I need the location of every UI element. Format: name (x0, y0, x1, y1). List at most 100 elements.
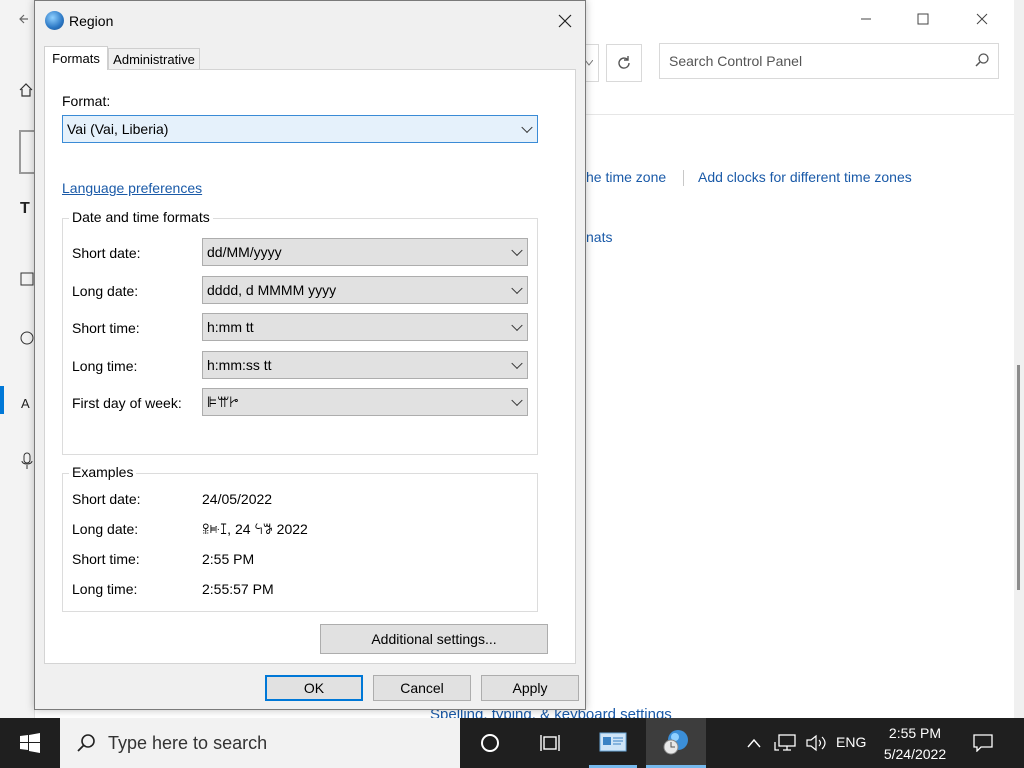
format-dropdown[interactable]: Vai (Vai, Liberia) (62, 115, 538, 143)
cortana-icon (481, 734, 499, 752)
add-clocks-link[interactable]: Add clocks for different time zones (698, 169, 912, 185)
scrollbar-thumb[interactable] (1017, 365, 1020, 590)
example-short-date-label: Short date: (72, 491, 141, 507)
heading-fragment: T (20, 200, 30, 217)
example-long-date-label: Long date: (72, 521, 139, 537)
network-icon (774, 734, 796, 751)
examples-group: Examples Short date: 24/05/2022 Long dat… (62, 464, 538, 612)
format-value: Vai (Vai, Liberia) (67, 121, 169, 137)
windows-logo-icon (20, 733, 40, 753)
clock-date: 5/24/2022 (883, 746, 947, 762)
maximize-button[interactable] (900, 4, 946, 34)
maximize-icon (917, 13, 929, 25)
formats-panel: Format: Vai (Vai, Liberia) Language pref… (44, 69, 576, 664)
search-icon (77, 734, 95, 752)
short-date-label: Short date: (72, 245, 141, 261)
short-date-dropdown[interactable]: dd/MM/yyyy (202, 238, 528, 266)
vertical-scrollbar[interactable] (1014, 0, 1024, 718)
first-day-value: ꕞꕌꔵ (207, 393, 239, 410)
close-icon (976, 13, 988, 25)
input-language-indicator[interactable]: ENG (836, 734, 866, 750)
minimize-button[interactable] (843, 4, 889, 34)
long-date-value: dddd, d MMMM yyyy (207, 282, 337, 298)
action-center-button[interactable] (960, 718, 1006, 768)
microphone-icon[interactable] (20, 452, 34, 470)
short-time-dropdown[interactable]: h:mm tt (202, 313, 528, 341)
control-panel-titlebar (586, 0, 1014, 38)
task-view-icon (540, 735, 560, 751)
globe-icon[interactable] (20, 330, 34, 346)
taskbar-search-box[interactable]: Type here to search (60, 718, 460, 768)
example-long-date-value: ꕉꔜꕯ, 24 ꕪꖃ 2022 (202, 521, 308, 537)
start-button[interactable] (0, 718, 60, 768)
active-nav-indicator (0, 386, 4, 414)
show-hidden-icons-button[interactable] (740, 718, 768, 768)
region-globe-icon (663, 729, 688, 754)
cancel-button[interactable]: Cancel (373, 675, 471, 701)
network-button[interactable] (770, 718, 800, 768)
example-short-time-value: 2:55 PM (202, 551, 255, 567)
tab-formats[interactable]: Formats (44, 46, 108, 70)
dialog-title: Region (69, 13, 114, 29)
close-window-button[interactable] (959, 4, 1005, 34)
short-time-label: Short time: (72, 320, 140, 336)
chevron-down-icon (511, 244, 523, 257)
long-time-label: Long time: (72, 358, 138, 374)
date-time-formats-group: Date and time formats Short date: dd/MM/… (62, 209, 538, 455)
example-long-time-label: Long time: (72, 581, 138, 597)
refresh-button[interactable] (606, 44, 642, 82)
chevron-up-icon (747, 738, 761, 748)
clock[interactable]: 2:55 PM 5/24/2022 (880, 723, 950, 765)
link-separator (683, 170, 684, 186)
refresh-icon (618, 56, 630, 69)
close-icon (558, 14, 572, 28)
back-arrow-icon[interactable] (18, 12, 30, 26)
long-date-label: Long date: (72, 283, 139, 299)
long-time-dropdown[interactable]: h:mm:ss tt (202, 351, 528, 379)
taskbar-app-region[interactable] (646, 718, 706, 768)
divider (586, 114, 1014, 115)
clock-time: 2:55 PM (888, 725, 942, 741)
example-short-date-value: 24/05/2022 (202, 491, 273, 507)
chevron-down-icon (511, 357, 523, 370)
chevron-down-icon (521, 121, 533, 134)
language-preferences-link[interactable]: Language preferences (62, 180, 202, 196)
search-placeholder: Search Control Panel (669, 53, 803, 69)
notification-icon (973, 734, 993, 752)
tab-administrative[interactable]: Administrative (108, 48, 200, 69)
format-label: Format: (62, 93, 111, 109)
dialog-close-button[interactable] (547, 7, 583, 35)
apply-button[interactable]: Apply (481, 675, 579, 701)
chevron-down-icon (585, 60, 593, 66)
chevron-down-icon (511, 282, 523, 295)
nav-item-fragment[interactable]: A (21, 396, 30, 411)
control-panel-icon (599, 732, 627, 751)
volume-icon (806, 734, 826, 752)
volume-button[interactable] (801, 718, 831, 768)
change-formats-link[interactable]: nats (586, 229, 612, 245)
additional-settings-button[interactable]: Additional settings... (320, 624, 548, 654)
example-long-time-value: 2:55:57 PM (202, 581, 274, 597)
cortana-button[interactable] (466, 718, 514, 768)
long-time-value: h:mm:ss tt (207, 357, 272, 373)
background-sidebar: T A (0, 0, 37, 718)
short-time-value: h:mm tt (207, 319, 254, 335)
example-short-time-label: Short time: (72, 551, 140, 567)
search-icon (975, 53, 989, 67)
chevron-down-icon (511, 319, 523, 332)
group-title: Date and time formats (69, 209, 213, 225)
home-icon[interactable] (18, 82, 34, 98)
control-panel-search-input[interactable]: Search Control Panel (659, 43, 999, 79)
task-view-button[interactable] (526, 718, 574, 768)
taskbar-app-control-panel[interactable] (589, 718, 637, 768)
calendar-icon[interactable] (20, 270, 34, 286)
taskbar-search-placeholder: Type here to search (108, 732, 268, 753)
chevron-down-icon (511, 394, 523, 407)
set-time-zone-link[interactable]: he time zone (586, 169, 666, 185)
first-day-label: First day of week: (72, 395, 182, 411)
first-day-dropdown[interactable]: ꕞꕌꔵ (202, 388, 528, 416)
ok-button[interactable]: OK (265, 675, 363, 701)
control-panel-toolbar: Search Control Panel (580, 38, 1014, 90)
long-date-dropdown[interactable]: dddd, d MMMM yyyy (202, 276, 528, 304)
taskbar: Type here to search ENG 2:55 PM 5/24/202… (0, 718, 1024, 768)
